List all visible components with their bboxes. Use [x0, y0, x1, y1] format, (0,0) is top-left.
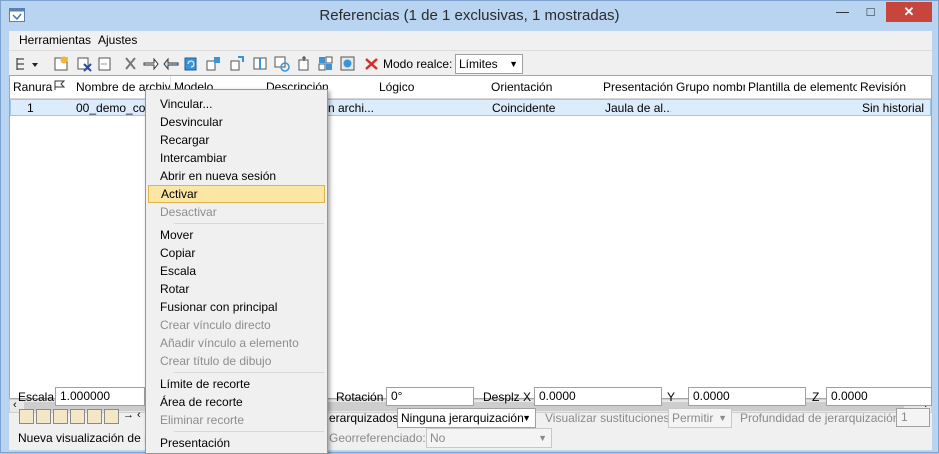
clip-front-icon[interactable]	[339, 55, 356, 72]
nested-value: Ninguna jerarquización	[401, 411, 524, 425]
menu-item-exchange[interactable]: Intercambiar	[148, 149, 325, 167]
minimize-button[interactable]: —	[829, 2, 856, 22]
clip-boundary-icon[interactable]	[273, 55, 290, 72]
menu-separator	[174, 431, 324, 432]
menu-item-clip-boundary[interactable]: Límite de recorte	[148, 375, 325, 393]
menu-item-add-link-to-element[interactable]: Añadir vínculo a elemento	[148, 334, 325, 352]
close-button[interactable]: ✕	[886, 2, 932, 22]
menu-item-presentation[interactable]: Presentación	[148, 434, 325, 452]
new-level-display-label: Nueva visualización de niv	[18, 431, 160, 445]
col-revision[interactable]: Revisión	[857, 76, 931, 98]
menu-item-create-direct-link[interactable]: Crear vínculo directo	[148, 316, 325, 334]
locate-icon[interactable]	[53, 409, 68, 424]
scale-input[interactable]: 1.000000	[55, 387, 145, 406]
move-icon[interactable]	[142, 55, 159, 72]
col-element-template[interactable]: Plantilla de elemento	[745, 76, 858, 98]
highlight-mode-select[interactable]: Límites ▼	[455, 54, 523, 74]
context-menu: Vincular... Desvincular Recargar Interca…	[145, 89, 328, 454]
menu-item-delete-clip[interactable]: Eliminar recorte	[148, 411, 325, 429]
menu-separator	[174, 372, 324, 373]
menu-item-open-new-session[interactable]: Abrir en nueva sesión	[148, 167, 325, 185]
reload-icon[interactable]	[96, 55, 113, 72]
list-view-icon[interactable]	[15, 55, 41, 72]
menu-item-rotate[interactable]: Rotar	[148, 280, 325, 298]
georef-label: Georreferenciado:	[329, 431, 426, 445]
depth-input[interactable]: 1	[896, 408, 930, 427]
depth-label: Profundidad de jerarquización	[740, 411, 900, 425]
cell-description: n archi...	[328, 101, 375, 115]
scale-label: Escala	[18, 390, 55, 404]
cell-orientation: Coincidente	[492, 101, 556, 115]
menu-separator	[174, 223, 324, 224]
flag-icon	[54, 80, 66, 90]
references-window: Referencias (1 de 1 exclusivas, 1 mostra…	[0, 0, 939, 454]
treat-as-element-icon[interactable]	[104, 409, 119, 424]
menu-item-clip-area[interactable]: Área de recorte	[148, 393, 325, 411]
georef-value: No	[430, 431, 446, 445]
menu-item-move[interactable]: Mover	[148, 226, 325, 244]
scale-icon[interactable]	[183, 55, 200, 72]
cell-file-name: 00_demo_con	[76, 101, 153, 115]
cell-revision: Sin historial	[862, 101, 925, 115]
close-red-icon[interactable]	[363, 55, 380, 72]
overrides-label: Visualizar sustituciones:	[545, 411, 673, 425]
offset-z-label: Z	[812, 390, 820, 404]
menu-item-activate[interactable]: Activar	[148, 185, 325, 203]
mirror-vertical-icon[interactable]	[252, 55, 269, 72]
chevron-down-icon: ▼	[538, 433, 547, 443]
rotation-input[interactable]: 0°	[386, 387, 474, 406]
menu-item-create-drawing-title[interactable]: Crear título de dibujo	[148, 352, 325, 370]
georef-select[interactable]: No ▼	[426, 428, 552, 448]
col-orientation[interactable]: Orientación	[488, 76, 601, 98]
menu-item-attach[interactable]: Vincular...	[148, 95, 325, 113]
highlight-mode-label: Modo realce:	[383, 57, 453, 71]
delete-clip-icon[interactable]	[317, 55, 334, 72]
cell-slot: 1	[27, 101, 34, 115]
attach-icon[interactable]	[53, 55, 70, 72]
menu-item-scale[interactable]: Escala	[148, 262, 325, 280]
exchange-icon[interactable]	[122, 55, 139, 72]
mirror-horizontal-icon[interactable]	[228, 55, 245, 72]
snap-icon[interactable]	[36, 409, 51, 424]
maximize-button[interactable]: □	[857, 2, 884, 22]
arrow-icons: → ‹	[123, 409, 141, 421]
chevron-down-icon: ▼	[718, 413, 727, 423]
offset-x-label: Desplz X	[483, 390, 532, 404]
overrides-value: Permitir	[672, 411, 714, 425]
menu-item-copy[interactable]: Copiar	[148, 244, 325, 262]
highlight-mode-value: Límites	[459, 57, 498, 71]
title-bar[interactable]: Referencias (1 de 1 exclusivas, 1 mostra…	[1, 1, 938, 31]
true-scale-icon[interactable]	[70, 409, 85, 424]
offset-y-label: Y	[667, 390, 676, 404]
copy-icon[interactable]	[163, 55, 180, 72]
window-title: Referencias (1 de 1 exclusivas, 1 mostra…	[319, 7, 620, 24]
rotation-label: Rotación	[336, 390, 384, 404]
nested-select[interactable]: Ninguna jerarquización ▼	[397, 408, 536, 428]
cell-presentation: Jaula de al...	[605, 101, 671, 115]
nested-label: erarquizados:	[329, 411, 402, 425]
overrides-select[interactable]: Permitir ▼	[668, 408, 732, 428]
menu-settings[interactable]: Ajustes	[98, 33, 137, 47]
col-logical[interactable]: Lógico	[376, 76, 489, 98]
clip-mask-icon[interactable]	[296, 55, 313, 72]
menu-tools[interactable]: Herramientas	[19, 33, 91, 47]
menu-item-merge[interactable]: Fusionar con principal	[148, 298, 325, 316]
chevron-down-icon: ▼	[522, 413, 531, 423]
menu-item-detach[interactable]: Desvincular	[148, 113, 325, 131]
offset-z-input[interactable]: 0.0000	[826, 387, 932, 406]
col-name-group[interactable]: Grupo nombre	[673, 76, 746, 98]
menu-bar: Herramientas Ajustes	[9, 31, 932, 49]
scale-lines-icon[interactable]	[87, 409, 102, 424]
offset-x-input[interactable]: 0.0000	[534, 387, 662, 406]
menu-item-reload[interactable]: Recargar	[148, 131, 325, 149]
col-presentation[interactable]: Presentación	[600, 76, 674, 98]
rotate-icon[interactable]	[205, 55, 222, 72]
offset-y-input[interactable]: 0.0000	[688, 387, 806, 406]
display-icon[interactable]	[19, 409, 34, 424]
scroll-left-icon[interactable]: ‹	[13, 399, 17, 411]
toolbar: Modo realce: Límites ▼	[9, 50, 932, 76]
chevron-down-icon: ▼	[509, 59, 518, 69]
detach-icon[interactable]	[76, 55, 93, 72]
menu-item-deactivate[interactable]: Desactivar	[148, 203, 325, 221]
